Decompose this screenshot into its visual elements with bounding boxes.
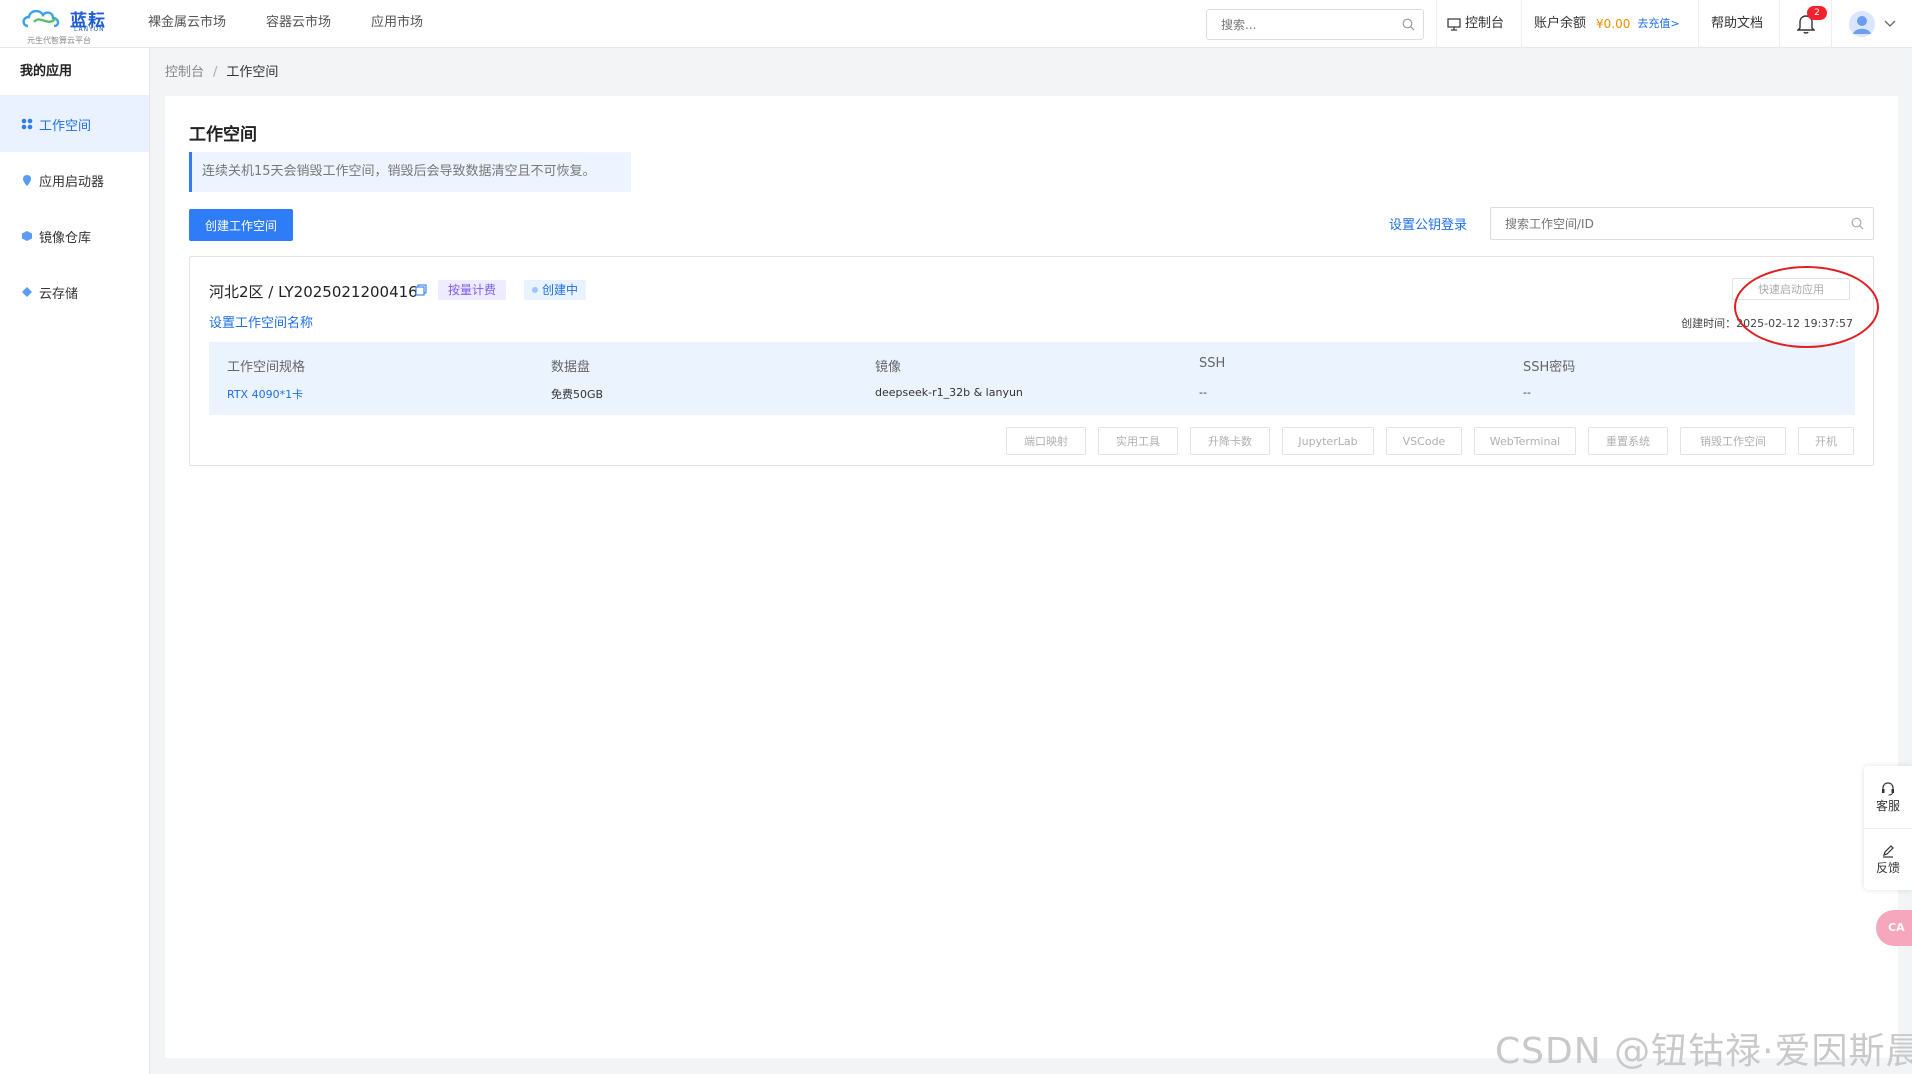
spec-value-link[interactable]: RTX 4090*1卡 xyxy=(227,386,303,402)
page-title: 工作空间 xyxy=(189,125,257,145)
col-header: 工作空间规格 xyxy=(227,360,306,375)
launcher-icon xyxy=(23,174,31,186)
main-panel: 工作空间 连续关机15天会销毁工作空间，销毁后会导致数据清空且不可恢复。 创建工… xyxy=(165,96,1898,1058)
assistant-float-button[interactable]: CA xyxy=(1876,910,1912,946)
account-balance: 账户余额 ¥0.00 去充值> xyxy=(1521,0,1698,48)
jupyterlab-button[interactable]: JupyterLab xyxy=(1282,427,1374,455)
workspace-search-input[interactable] xyxy=(1491,208,1821,239)
console-link[interactable]: 控制台 xyxy=(1436,0,1521,48)
console-label: 控制台 xyxy=(1465,16,1505,31)
customer-service-label: 客服 xyxy=(1875,798,1900,813)
sidebar-item-label: 镜像仓库 xyxy=(39,230,92,246)
avatar xyxy=(1849,11,1875,37)
global-search-input[interactable] xyxy=(1207,10,1387,39)
chevron-down-icon xyxy=(1884,20,1896,27)
nav-app-market[interactable]: 应用市场 xyxy=(371,0,423,48)
headset-icon xyxy=(1882,781,1894,795)
billing-tag: 按量计费 xyxy=(438,280,507,300)
breadcrumb: 控制台 / 工作空间 xyxy=(165,61,278,80)
brand-slogan: 元生代智算云平台 xyxy=(27,36,91,45)
user-menu[interactable] xyxy=(1831,0,1912,48)
sidebar-item-cloud-storage[interactable]: 云存储 xyxy=(0,264,149,320)
col-value: -- xyxy=(1523,386,1531,399)
port-mapping-button[interactable]: 端口映射 xyxy=(1006,427,1086,455)
sidebar-item-label: 云存储 xyxy=(39,286,79,302)
change-gpu-count-button[interactable]: 升降卡数 xyxy=(1190,427,1270,455)
created-time-label: 创建时间： xyxy=(1681,317,1737,330)
workspace-actions: 端口映射 实用工具 升降卡数 JupyterLab VSCode WebTerm… xyxy=(190,427,1875,455)
edit-icon xyxy=(1883,845,1894,858)
sidebar-item-launcher[interactable]: 应用启动器 xyxy=(0,152,149,208)
help-docs-link[interactable]: 帮助文档 xyxy=(1698,0,1779,48)
workspace-card: 河北2区 / LY2025021200416 按量计费 创建中 设置工作空间名称… xyxy=(189,256,1874,466)
monitor-icon xyxy=(1447,17,1461,31)
watermark: CSDN @钮钴禄·爱因斯晨 xyxy=(1495,1031,1912,1072)
col-header: 镜像 xyxy=(875,360,902,375)
col-header: SSH密码 xyxy=(1523,360,1576,375)
col-value: -- xyxy=(1199,386,1207,399)
feedback-label: 反馈 xyxy=(1875,861,1900,875)
annotation-circle xyxy=(1734,266,1879,348)
vscode-button[interactable]: VSCode xyxy=(1386,427,1462,455)
cloud-storage-icon xyxy=(22,287,32,297)
sidebar-item-label: 工作空间 xyxy=(39,118,92,134)
search-icon[interactable] xyxy=(1851,217,1864,230)
workspace-search xyxy=(1490,207,1874,240)
feedback-button[interactable]: 反馈 xyxy=(1864,828,1912,890)
breadcrumb-separator: / xyxy=(213,65,218,80)
workspace-info-table: 工作空间规格 RTX 4090*1卡 数据盘 免费50GB 镜像 deepsee… xyxy=(209,342,1855,415)
col-value: 免费50GB xyxy=(551,388,604,401)
create-workspace-button[interactable]: 创建工作空间 xyxy=(189,209,293,241)
balance-label: 账户余额 xyxy=(1534,16,1587,31)
status-badge: 创建中 xyxy=(524,280,587,300)
lanyun-logo[interactable]: 蓝耘 LANYUN 元生代智算云平台 xyxy=(22,4,106,45)
status-label: 创建中 xyxy=(542,283,579,297)
balance-amount: ¥0.00 xyxy=(1596,17,1631,31)
copy-icon[interactable] xyxy=(415,284,427,296)
floating-panel: 客服 反馈 xyxy=(1864,766,1912,890)
webterminal-button[interactable]: WebTerminal xyxy=(1474,427,1576,455)
sidebar-item-label: 应用启动器 xyxy=(39,174,105,190)
sidebar: 我的应用 工作空间 应用启动器 镜像仓库 云存储 xyxy=(0,48,150,1074)
top-bar: 蓝耘 LANYUN 元生代智算云平台 裸金属云市场 容器云市场 应用市场 控制台… xyxy=(0,0,1912,48)
set-workspace-name-link[interactable]: 设置工作空间名称 xyxy=(209,312,313,331)
brand-name-en: LANYUN xyxy=(74,26,105,33)
breadcrumb-current: 工作空间 xyxy=(226,65,279,80)
customer-service-button[interactable]: 客服 xyxy=(1864,766,1912,828)
workspace-name: 河北2区 / LY2025021200416 xyxy=(209,283,418,301)
sidebar-item-image-repo[interactable]: 镜像仓库 xyxy=(0,208,149,264)
destroy-notice: 连续关机15天会销毁工作空间，销毁后会导致数据清空且不可恢复。 xyxy=(189,152,631,192)
utility-tools-button[interactable]: 实用工具 xyxy=(1098,427,1178,455)
status-dot xyxy=(532,287,538,293)
col-value: deepseek-r1_32b & lanyun xyxy=(875,386,1023,399)
destroy-workspace-button[interactable]: 销毁工作空间 xyxy=(1680,427,1786,455)
power-on-button[interactable]: 开机 xyxy=(1798,427,1854,455)
image-repo-icon xyxy=(22,231,32,241)
set-pubkey-login-link[interactable]: 设置公钥登录 xyxy=(1389,214,1467,233)
nav-baremetal-market[interactable]: 裸金属云市场 xyxy=(148,0,226,48)
cloud-logo-icon xyxy=(22,9,60,28)
nav-container-market[interactable]: 容器云市场 xyxy=(266,0,331,48)
global-search xyxy=(1206,9,1424,40)
col-header: SSH xyxy=(1199,356,1226,371)
search-icon[interactable] xyxy=(1402,18,1415,31)
breadcrumb-console[interactable]: 控制台 xyxy=(165,65,204,80)
workspace-icon xyxy=(21,118,33,130)
col-header: 数据盘 xyxy=(551,360,591,375)
top-nav: 裸金属云市场 容器云市场 应用市场 xyxy=(148,0,463,48)
reset-system-button[interactable]: 重置系统 xyxy=(1588,427,1668,455)
notification-badge: 2 xyxy=(1807,6,1827,20)
recharge-link[interactable]: 去充值> xyxy=(1637,1,1679,47)
sidebar-item-workspace[interactable]: 工作空间 xyxy=(0,96,149,152)
sidebar-title: 我的应用 xyxy=(0,48,149,96)
